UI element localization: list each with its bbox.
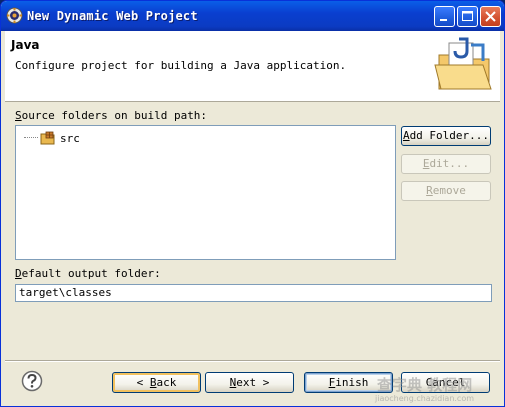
source-folders-label: Source folders on build path: [15, 109, 208, 122]
maximize-icon [462, 11, 473, 21]
eclipse-icon [6, 7, 23, 24]
source-folders-tree[interactable]: src [15, 125, 396, 260]
page-description: Configure project for building a Java ap… [15, 59, 347, 72]
title-bar[interactable]: New Dynamic Web Project [1, 1, 504, 31]
footer-separator [5, 360, 500, 362]
wizard-body: Source folders on build path: src Add Fo… [5, 102, 500, 406]
wizard-header: Java Configure project for building a Ja… [5, 31, 500, 102]
dialog-window: New Dynamic Web Project Java Configure p… [0, 0, 505, 407]
tree-item-src[interactable]: src [24, 130, 80, 146]
add-folder-button[interactable]: Add Folder... [401, 126, 491, 146]
minimize-button[interactable] [434, 6, 455, 27]
site-watermark: 查字典 教程网 [377, 376, 473, 394]
page-title: Java [11, 38, 40, 52]
remove-button[interactable]: Remove [401, 181, 491, 201]
tree-connector [24, 137, 38, 139]
site-watermark-url: jiaocheng.chazidian.com [375, 394, 475, 403]
package-folder-icon [40, 131, 55, 145]
tree-item-label: src [60, 131, 80, 145]
close-icon [485, 11, 496, 22]
java-project-banner-icon [434, 37, 492, 90]
next-button[interactable]: Next > [205, 372, 294, 393]
default-output-folder-input[interactable]: target\classes [15, 284, 492, 302]
back-button[interactable]: < Back [112, 372, 201, 393]
close-button[interactable] [480, 6, 501, 27]
maximize-button[interactable] [457, 6, 478, 27]
window-title: New Dynamic Web Project [27, 9, 198, 23]
help-icon[interactable] [21, 370, 43, 392]
default-output-folder-label: Default output folder: [15, 267, 161, 280]
minimize-icon [440, 19, 447, 21]
edit-button[interactable]: Edit... [401, 154, 491, 174]
